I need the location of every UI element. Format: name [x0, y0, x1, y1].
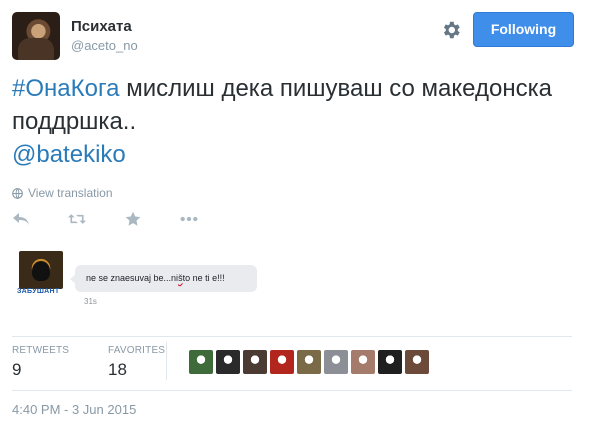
mention-link[interactable]: @batekiko [12, 141, 126, 168]
globe-icon [12, 187, 23, 199]
star-icon [125, 211, 141, 226]
quoted-timestamp: 31s [84, 297, 97, 306]
favorites-count: 18 [108, 360, 127, 379]
favoriter-avatar[interactable] [270, 350, 294, 374]
quoted-message-end: to ne ti e!!! [182, 273, 225, 283]
quoted-caption: ЗАБУШАНТ [17, 288, 60, 295]
hashtag-link[interactable]: #ОнаКога [12, 75, 120, 102]
favoriter-avatar[interactable] [216, 350, 240, 374]
reply-button[interactable] [12, 210, 30, 228]
favoriter-avatar[interactable] [243, 350, 267, 374]
tweet-actions [12, 210, 236, 228]
favorites-label: FAVORITES [108, 345, 166, 356]
user-avatar[interactable] [12, 12, 60, 60]
gear-icon[interactable] [440, 19, 462, 41]
favoriter-avatar[interactable] [324, 350, 348, 374]
following-button[interactable]: Following [473, 12, 574, 47]
retweets-label: RETWEETS [12, 345, 70, 356]
quoted-message: ne se znaesuvaj be...ništo ne ti e!!! [70, 265, 257, 292]
tweet-text: #ОнаКога мислиш дека пишуваш со македонс… [12, 72, 572, 171]
stats-separator [166, 342, 167, 380]
favoriter-avatar[interactable] [189, 350, 213, 374]
divider [12, 390, 572, 391]
view-translation-link[interactable]: View translation [12, 186, 113, 200]
stats: RETWEETS 9 FAVORITES 18 [12, 345, 191, 385]
screen-name[interactable]: @aceto_no [71, 38, 138, 53]
favoriter-avatar[interactable] [405, 350, 429, 374]
divider [12, 336, 572, 337]
favoriter-avatar[interactable] [297, 350, 321, 374]
more-icon [180, 216, 198, 222]
favoriter-avatar[interactable] [378, 350, 402, 374]
view-translation-label: View translation [28, 186, 113, 200]
quoted-message-start: ne se znaesuvaj be...ni [86, 273, 179, 283]
tweet-timestamp[interactable]: 4:40 PM - 3 Jun 2015 [12, 402, 136, 417]
retweet-button[interactable] [68, 210, 86, 228]
favoriter-avatar[interactable] [351, 350, 375, 374]
reply-icon [13, 213, 29, 225]
retweets-count: 9 [12, 360, 22, 379]
favoriters-list [189, 350, 429, 374]
favorite-button[interactable] [124, 210, 142, 228]
retweets-stat[interactable]: RETWEETS 9 [12, 345, 82, 385]
attached-image[interactable]: ЗАБУШАНТ ne se znaesuvaj be...ništo ne t… [12, 248, 572, 328]
quoted-avatar [19, 251, 63, 289]
favorites-stat[interactable]: FAVORITES 18 [108, 345, 165, 385]
retweet-icon [68, 214, 86, 224]
display-name[interactable]: Психата [71, 18, 132, 35]
more-button[interactable] [180, 210, 198, 228]
